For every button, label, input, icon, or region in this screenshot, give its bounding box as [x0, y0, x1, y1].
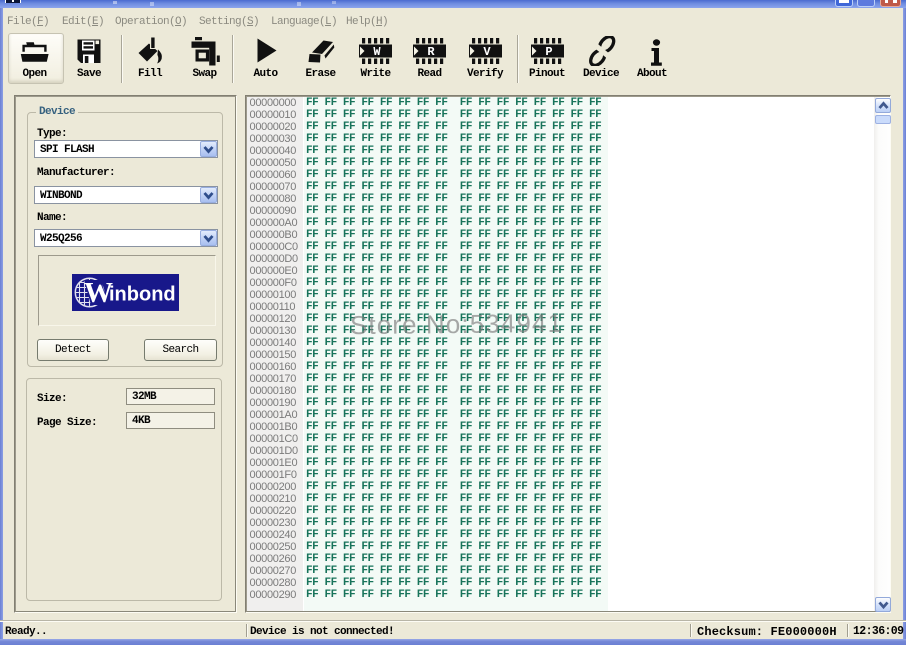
svg-text:R: R — [427, 45, 435, 59]
svg-text:V: V — [483, 45, 491, 59]
svg-text:inbond: inbond — [109, 284, 176, 306]
svg-text:P: P — [545, 45, 552, 59]
svg-text:W: W — [373, 45, 381, 59]
